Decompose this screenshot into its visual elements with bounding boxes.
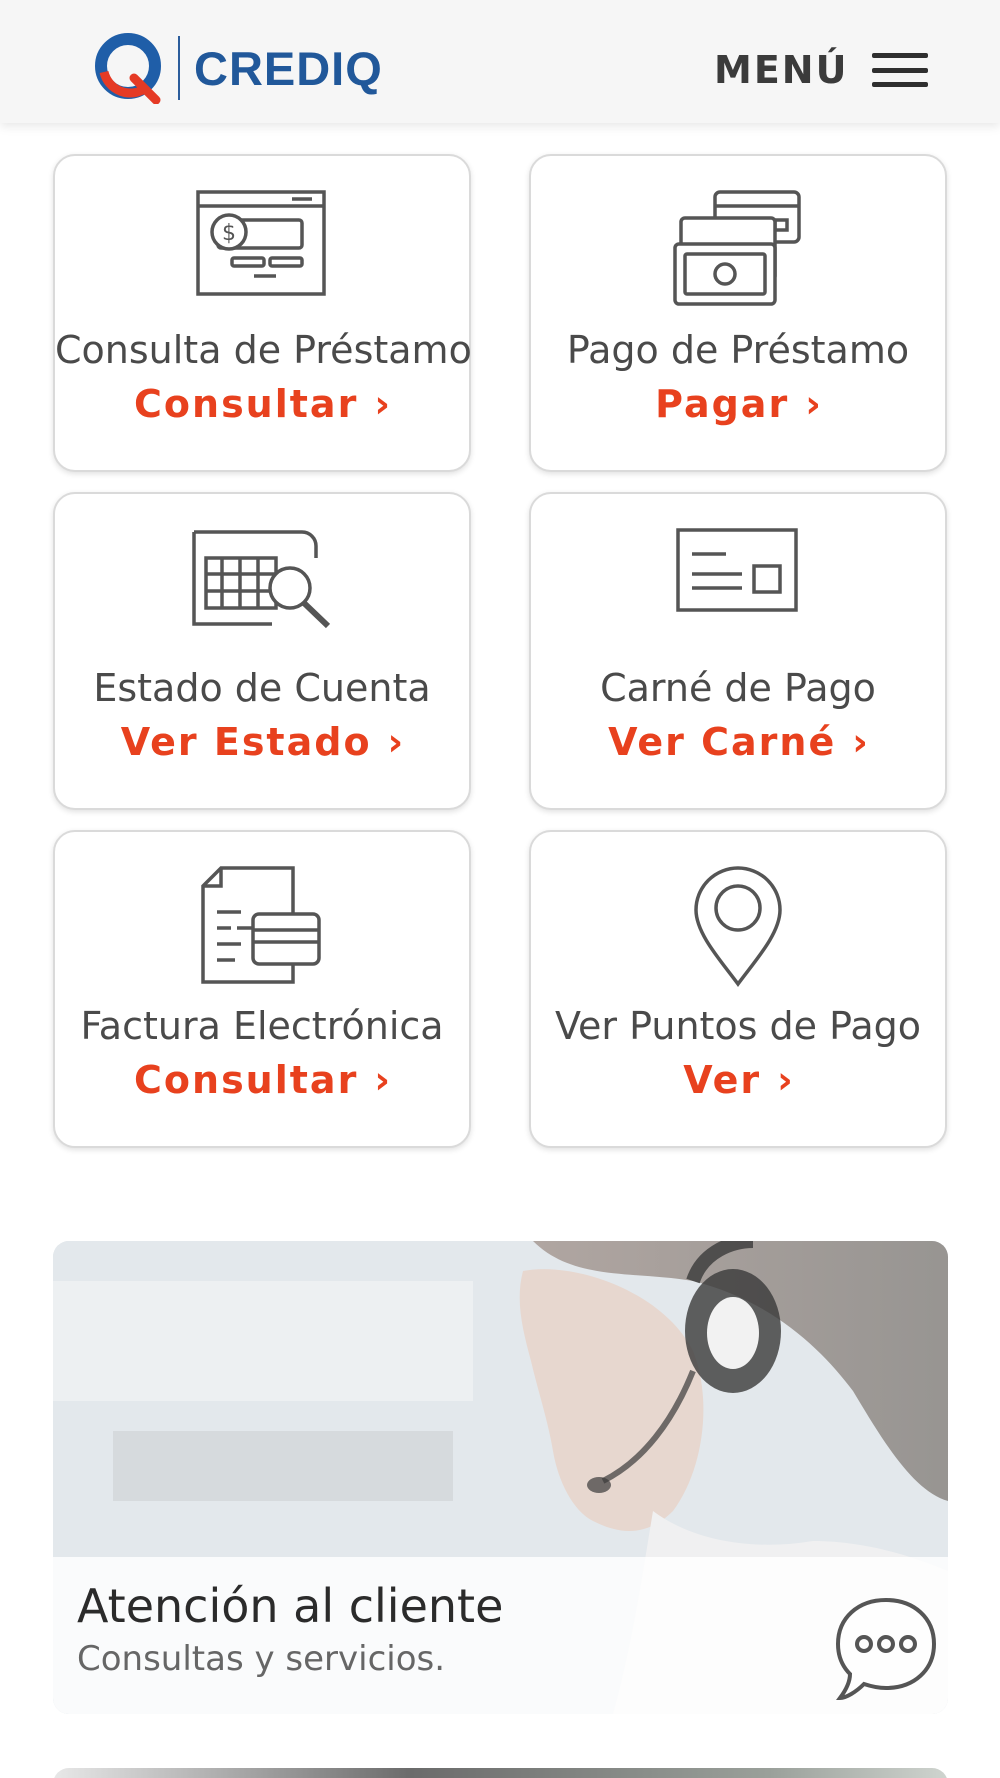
card-puntos-pago[interactable]: Ver Puntos de Pago Ver › [529, 830, 947, 1148]
crediq-q-logo-icon [95, 33, 161, 104]
action-label: Pagar [655, 382, 790, 426]
menu-button[interactable]: MENÚ [714, 40, 929, 100]
chevron-right-icon: › [387, 720, 404, 764]
consultar-link[interactable]: Consultar › [55, 382, 469, 426]
chevron-right-icon: › [374, 382, 390, 426]
action-label: Ver [683, 1058, 762, 1102]
card-factura-electronica[interactable]: Factura Electrónica Consultar › [53, 830, 471, 1148]
card-title: Ver Puntos de Pago [554, 1004, 921, 1048]
svg-text:$: $ [222, 221, 236, 246]
electronic-invoice-icon [55, 866, 469, 988]
crediq-logo[interactable]: CREDIQ [94, 32, 383, 104]
action-label: Ver Carné [608, 720, 837, 764]
ver-puntos-link[interactable]: Ver › [531, 1058, 945, 1102]
hamburger-icon [872, 53, 929, 87]
card-estado-cuenta[interactable]: Estado de Cuenta Ver Estado › [53, 492, 471, 810]
chat-bubble-icon[interactable] [834, 1596, 938, 1702]
ver-estado-link[interactable]: Ver Estado › [55, 720, 469, 764]
chevron-right-icon: › [852, 720, 868, 764]
action-label: Consultar [134, 382, 359, 426]
next-banner-card[interactable] [53, 1768, 948, 1778]
customer-service-banner[interactable]: Atención al cliente Consultas y servicio… [53, 1241, 948, 1714]
action-label: Consultar [134, 1058, 359, 1102]
card-title: Factura Electrónica [80, 1004, 444, 1048]
pagar-link[interactable]: Pagar › [531, 382, 945, 426]
banner-title: Atención al cliente [77, 1579, 504, 1633]
card-title: Estado de Cuenta [93, 666, 431, 710]
chevron-right-icon: › [805, 382, 821, 426]
card-carne-pago[interactable]: Carné de Pago Ver Carné › [529, 492, 947, 810]
card-consulta-prestamo[interactable]: $ Consulta de Préstamo Consultar › [53, 154, 472, 472]
action-label: Ver Estado [120, 720, 372, 764]
payment-cards-cash-icon [531, 190, 945, 312]
menu-label: MENÚ [714, 48, 849, 92]
chevron-right-icon: › [777, 1058, 793, 1102]
card-pago-prestamo[interactable]: Pago de Préstamo Pagar › [529, 154, 947, 472]
location-pin-icon [531, 866, 945, 988]
card-title: Consulta de Préstamo [55, 328, 472, 372]
banner-subtitle: Consultas y servicios. [77, 1639, 446, 1679]
logo-text: CREDIQ [194, 41, 383, 95]
consultar-factura-link[interactable]: Consultar › [55, 1058, 469, 1102]
ver-carne-link[interactable]: Ver Carné › [531, 720, 945, 764]
card-title: Carné de Pago [600, 666, 876, 710]
banner-caption: Atención al cliente Consultas y servicio… [53, 1557, 948, 1714]
logo-separator [178, 36, 180, 100]
top-header: CREDIQ MENÚ [0, 0, 1000, 123]
loan-statement-icon: $ [55, 190, 469, 312]
account-statement-search-icon [55, 528, 469, 650]
payment-card-icon [531, 528, 945, 650]
card-title: Pago de Préstamo [566, 328, 910, 372]
chevron-right-icon: › [374, 1058, 390, 1102]
